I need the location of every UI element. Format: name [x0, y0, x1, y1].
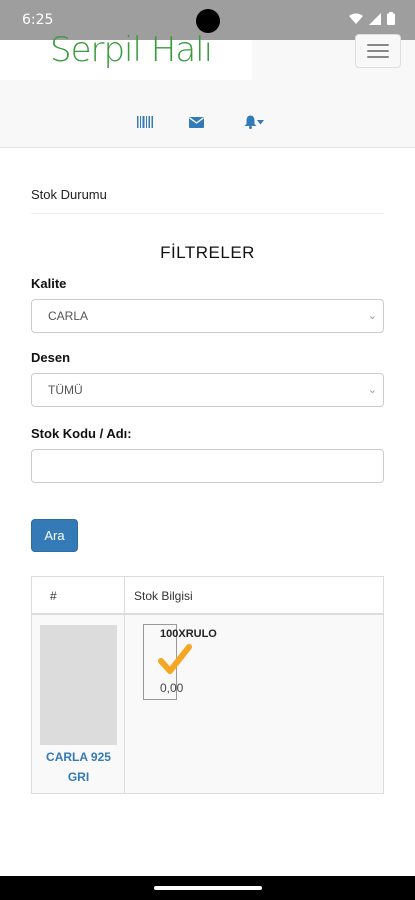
- product-name-line: GRI: [67, 770, 90, 784]
- menu-bar: [367, 50, 389, 52]
- quality-select[interactable]: CARLA ⌄: [31, 299, 384, 333]
- menu-bar: [367, 44, 389, 46]
- table-row: CARLA 925 GRI 100XRULO 0,00: [32, 615, 383, 793]
- pattern-label: Desen: [31, 350, 71, 365]
- page-title: Stok Durumu: [31, 187, 107, 202]
- quality-label: Kalite: [31, 276, 67, 291]
- bell-icon: [244, 115, 257, 129]
- wifi-icon: [349, 13, 363, 24]
- product-image[interactable]: [40, 625, 117, 745]
- stock-code-input[interactable]: [31, 449, 384, 483]
- product-name-line: CARLA 925: [46, 750, 111, 764]
- pattern-select-value: TÜMÜ: [48, 383, 83, 397]
- check-icon: [158, 644, 192, 674]
- caret-down-icon: [257, 119, 264, 124]
- menu-bar: [367, 56, 389, 58]
- home-indicator[interactable]: [154, 886, 262, 890]
- stock-code-label: Stok Kodu / Adı:: [31, 426, 132, 441]
- quality-select-value: CARLA: [48, 309, 89, 323]
- table-header-index: #: [32, 577, 125, 615]
- divider: [31, 213, 384, 214]
- envelope-icon[interactable]: [184, 112, 208, 132]
- search-button[interactable]: Ara: [31, 519, 78, 552]
- signal-icon: [369, 12, 381, 25]
- stock-info-cell: 100XRULO 0,00: [125, 615, 383, 793]
- product-name-link[interactable]: CARLA 925 GRI: [32, 747, 125, 787]
- stock-size: 100XRULO: [160, 628, 217, 640]
- stock-table: # Stok Bilgisi CARLA 925 GRI 100XRULO 0,…: [31, 576, 384, 794]
- navbar: Serpil Halı: [0, 30, 415, 148]
- logo[interactable]: Serpil Halı: [50, 30, 213, 70]
- chevron-down-icon: ⌄: [367, 310, 377, 322]
- stock-quantity: 0,00: [160, 681, 184, 695]
- battery-icon: [387, 12, 395, 25]
- bell-dropdown[interactable]: [240, 112, 268, 132]
- filters-heading: FİLTRELER: [160, 243, 255, 262]
- status-icons: [349, 12, 395, 25]
- status-time: 6:25: [22, 12, 54, 28]
- product-cell: CARLA 925 GRI: [32, 615, 125, 793]
- barcode-icon[interactable]: [133, 112, 157, 132]
- chevron-down-icon: ⌄: [367, 384, 377, 396]
- nav-icons: [0, 112, 415, 136]
- hamburger-menu-button[interactable]: [355, 34, 401, 68]
- table-header-stock-info: Stok Bilgisi: [125, 577, 383, 615]
- pattern-select[interactable]: TÜMÜ ⌄: [31, 373, 384, 407]
- system-nav-bar: [0, 876, 415, 900]
- logo-area[interactable]: Serpil Halı: [0, 30, 252, 80]
